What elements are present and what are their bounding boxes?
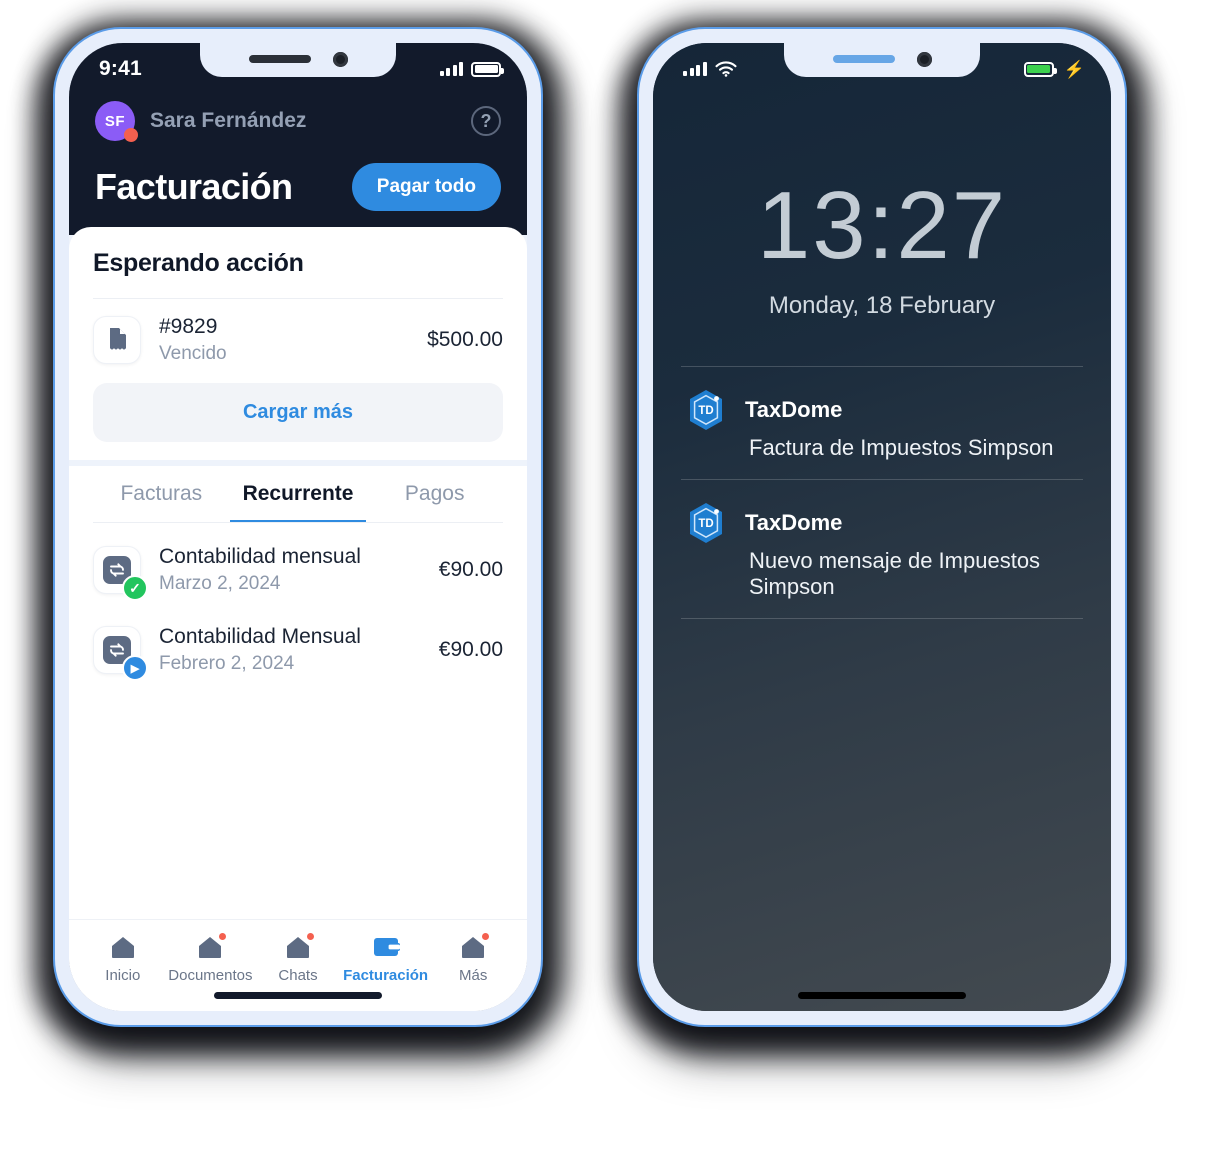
- battery-icon: [471, 61, 504, 77]
- svg-text:TD: TD: [698, 405, 713, 417]
- tab-pagos[interactable]: Pagos: [366, 482, 503, 523]
- list-item[interactable]: ▶ Contabilidad Mensual Febrero 2, 2024 €…: [93, 609, 503, 689]
- more-icon: [458, 933, 490, 960]
- front-camera-icon: [332, 51, 348, 67]
- recurring-title: Contabilidad Mensual: [159, 625, 361, 648]
- notification-dot-icon: [306, 933, 314, 940]
- phones-stage: 9:41 SF Sara Fernández ? Facturación Pag…: [0, 0, 1210, 1160]
- tab-facturas[interactable]: Facturas: [93, 482, 230, 523]
- nav-label: Documentos: [168, 967, 253, 984]
- tabs-panel: Facturas Recurrente Pagos ✓ Contabilidad…: [69, 466, 527, 1011]
- invoice-row[interactable]: #9829 Vencido $500.00: [93, 299, 503, 379]
- online-dot-icon: [124, 128, 138, 142]
- play-badge-icon: ▶: [122, 655, 148, 681]
- battery-charging-icon: [1023, 61, 1057, 77]
- status-right-icons: [439, 61, 504, 77]
- nav-label: Facturación: [343, 967, 429, 984]
- notification-item[interactable]: TD TaxDome Nuevo mensaje de Impuestos Si…: [681, 479, 1083, 619]
- billing-app: 9:41 SF Sara Fernández ? Facturación Pag…: [69, 43, 527, 1011]
- awaiting-action-card: Esperando acción #9829 Vencido $500.00 C…: [69, 227, 527, 460]
- wifi-icon: [714, 61, 737, 77]
- invoice-status: Vencido: [159, 343, 227, 364]
- nav-item-documentos[interactable]: Documentos: [167, 933, 255, 984]
- svg-text:TD: TD: [698, 518, 713, 530]
- recurring-date: Marzo 2, 2024: [159, 573, 281, 594]
- notification-item[interactable]: TD TaxDome Factura de Impuestos Simpson: [681, 366, 1083, 479]
- document-icon: [195, 933, 227, 960]
- title-row: Facturación Pagar todo: [95, 163, 501, 211]
- list-item[interactable]: ✓ Contabilidad mensual Marzo 2, 2024 €90…: [93, 529, 503, 609]
- wallet-icon: [371, 934, 401, 960]
- lock-clock: 13:27: [756, 172, 1008, 279]
- recurring-amount: €90.00: [438, 638, 503, 661]
- notification-body: Factura de Impuestos Simpson: [749, 435, 1054, 460]
- nav-item-facturacion[interactable]: Facturación: [342, 934, 430, 984]
- home-indicator[interactable]: [214, 992, 382, 999]
- load-more-button[interactable]: Cargar más: [93, 383, 503, 442]
- invoice-amount: $500.00: [427, 328, 503, 351]
- right-phone-screen: ⚡ 13:27 Monday, 18 February TD TaxDome F…: [653, 43, 1111, 1011]
- help-circle-icon[interactable]: ?: [471, 106, 501, 136]
- notch: [200, 43, 396, 77]
- avatar-initials: SF: [104, 112, 126, 130]
- notch: [784, 43, 980, 77]
- recurring-sync-icon: ✓: [93, 546, 148, 601]
- home-icon: [108, 934, 138, 960]
- awaiting-action-heading: Esperando acción: [93, 249, 304, 277]
- charging-bolt-icon: ⚡: [1063, 59, 1085, 79]
- notification-list: TD TaxDome Factura de Impuestos Simpson: [653, 366, 1111, 619]
- recurring-list: ✓ Contabilidad mensual Marzo 2, 2024 €90…: [69, 523, 527, 689]
- recurring-amount: €90.00: [438, 558, 503, 581]
- nav-item-chats[interactable]: Chats: [254, 933, 342, 984]
- front-camera-icon: [916, 51, 932, 67]
- lock-screen: ⚡ 13:27 Monday, 18 February TD TaxDome F…: [653, 43, 1111, 1011]
- cellular-signal-icon: [683, 62, 707, 76]
- recurring-date: Febrero 2, 2024: [159, 653, 295, 674]
- recurring-sync-icon: ▶: [93, 626, 148, 681]
- earpiece-speaker-icon: [832, 55, 895, 63]
- invoice-document-icon: [93, 316, 141, 364]
- user-name: Sara Fernández: [150, 109, 307, 132]
- nav-label: Inicio: [105, 967, 141, 984]
- page-title: Facturación: [95, 166, 293, 207]
- chat-icon: [283, 933, 314, 960]
- left-phone-device: 9:41 SF Sara Fernández ? Facturación Pag…: [53, 27, 543, 1027]
- home-indicator[interactable]: [798, 992, 966, 999]
- nav-label: Chats: [278, 967, 318, 984]
- help-glyph: ?: [480, 110, 492, 131]
- invoice-number: #9829: [159, 315, 218, 338]
- taxdome-hexagon-icon: TD: [683, 387, 729, 433]
- recurring-texts: Contabilidad Mensual Febrero 2, 2024: [159, 625, 361, 675]
- user-row: SF Sara Fernández ?: [95, 101, 501, 142]
- nav-item-mas[interactable]: Más: [429, 933, 517, 984]
- cellular-signal-icon: [439, 62, 463, 76]
- left-phone-screen: 9:41 SF Sara Fernández ? Facturación Pag…: [69, 43, 527, 1011]
- right-phone-device: ⚡ 13:27 Monday, 18 February TD TaxDome F…: [637, 27, 1127, 1027]
- notification-app-name: TaxDome: [745, 397, 843, 422]
- status-left-icons: [683, 61, 737, 77]
- tab-recurrente[interactable]: Recurrente: [229, 482, 367, 523]
- nav-label: Más: [459, 967, 488, 984]
- recurring-title: Contabilidad mensual: [159, 545, 361, 568]
- taxdome-hexagon-icon: TD: [683, 500, 729, 546]
- pay-all-button[interactable]: Pagar todo: [351, 163, 501, 211]
- nav-item-inicio[interactable]: Inicio: [79, 934, 167, 984]
- status-time: 9:41: [99, 57, 142, 80]
- earpiece-speaker-icon: [248, 55, 311, 63]
- avatar[interactable]: SF: [95, 101, 138, 142]
- status-right-icons: ⚡: [1023, 59, 1085, 79]
- invoice-texts: #9829 Vencido: [159, 315, 227, 365]
- notification-app-name: TaxDome: [745, 510, 843, 535]
- recurring-texts: Contabilidad mensual Marzo 2, 2024: [159, 545, 361, 595]
- check-badge-icon: ✓: [122, 575, 148, 601]
- notification-body: Nuevo mensaje de Impuestos Simpson: [749, 548, 1041, 599]
- tab-bar: Facturas Recurrente Pagos: [69, 466, 527, 523]
- lock-date: Monday, 18 February: [768, 292, 996, 319]
